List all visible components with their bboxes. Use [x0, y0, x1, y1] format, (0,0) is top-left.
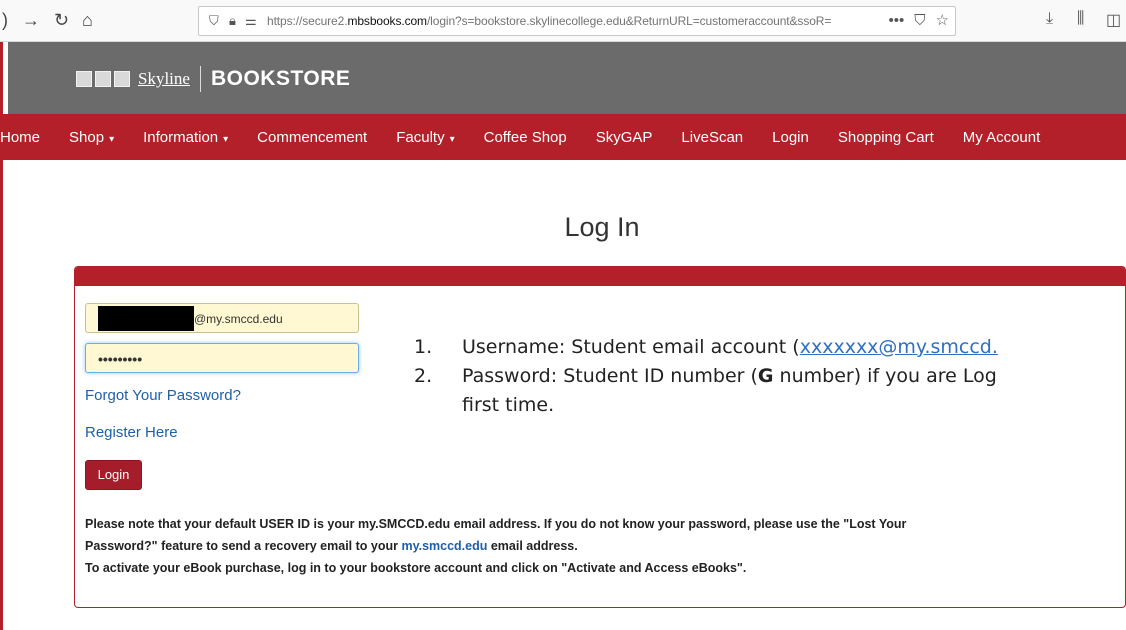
nav-item-commencement[interactable]: Commencement — [257, 129, 367, 146]
nav-item-label: Commencement — [257, 128, 368, 146]
nav-item-label: My Account — [962, 128, 1041, 146]
nav-item-label: Shop — [69, 128, 105, 146]
nav-item-login[interactable]: Login — [772, 129, 809, 146]
login-panel: @my.smccd.edu ••••••••• Forgot Your Pass… — [74, 266, 1126, 608]
instruction-text: first time. — [462, 394, 555, 416]
reload-icon[interactable]: ↻ — [54, 10, 69, 30]
back-arrow-icon[interactable]: ) — [2, 10, 8, 30]
nav-item-information[interactable]: Information ▾ — [143, 129, 228, 146]
notice-line-3: To activate your eBook purchase, log in … — [85, 561, 747, 575]
lock-icon[interactable]: 🔒︎ — [229, 13, 236, 29]
instruction-2: 2. Password: Student ID number (G number)… — [414, 362, 998, 391]
instruction-2-cont: first time. — [414, 391, 998, 420]
password-value: ••••••••• — [98, 351, 143, 367]
instruction-text: Username: Student email account ( — [462, 336, 800, 358]
nav-item-coffee-shop[interactable]: Coffee Shop — [484, 129, 567, 146]
password-field[interactable]: ••••••••• — [85, 343, 359, 373]
instruction-text: number) if you are Log — [773, 365, 997, 387]
forgot-password-link[interactable]: Forgot Your Password? — [85, 387, 241, 404]
panel-header — [75, 267, 1125, 286]
nav-item-label: LiveScan — [681, 128, 744, 146]
nav-item-label: Home — [0, 128, 41, 146]
site-header: Skyline BOOKSTORE — [8, 42, 1126, 114]
smccd-link[interactable]: my.smccd.edu — [401, 539, 487, 553]
caret-down-icon: ▾ — [449, 133, 455, 145]
item-number: 2. — [414, 365, 433, 387]
url-text[interactable]: https://secure2.mbsbooks.com/login?s=boo… — [267, 14, 831, 28]
browser-toolbar: ) → ↻ ⌂ ⛉ 🔒︎ ⚌ https://secure2.mbsbooks.… — [0, 0, 1126, 42]
url-rest: /login?s=bookstore.skylinecollege.edu&Re… — [426, 14, 832, 28]
download-icon[interactable]: ⤓ — [1046, 10, 1053, 28]
site-logo[interactable]: Skyline BOOKSTORE — [76, 64, 350, 94]
nav-item-label: SkyGAP — [595, 128, 653, 146]
more-icon[interactable]: ••• — [889, 12, 905, 29]
notice-line-1: Please note that your default USER ID is… — [85, 517, 907, 531]
home-icon[interactable]: ⌂ — [82, 10, 93, 30]
item-number: 1. — [414, 336, 433, 358]
nav-item-home[interactable]: Home — [0, 129, 40, 146]
star-icon[interactable]: ☆ — [936, 12, 949, 29]
redaction-box — [98, 306, 194, 331]
login-notice: Please note that your default USER ID is… — [85, 513, 1115, 579]
url-prefix: https://secure2. — [267, 14, 348, 28]
username-value: @my.smccd.edu — [194, 312, 283, 326]
nav-item-label: Faculty — [396, 128, 445, 146]
pocket-icon[interactable]: ⛉ — [914, 12, 925, 29]
instruction-annotation: 1. Username: Student email account (xxxxx… — [414, 333, 998, 420]
caret-down-icon: ▾ — [109, 133, 115, 145]
instruction-1: 1. Username: Student email account (xxxxx… — [414, 333, 998, 362]
nav-item-label: Shopping Cart — [837, 128, 934, 146]
nav-item-label: Information — [143, 128, 219, 146]
caret-down-icon: ▾ — [223, 133, 229, 145]
shield-icon[interactable]: ⛉ — [209, 13, 219, 29]
permissions-icon[interactable]: ⚌ — [245, 13, 257, 29]
notice-line-2: Password?" feature to send a recovery em… — [85, 535, 1115, 557]
nav-item-livescan[interactable]: LiveScan — [681, 129, 743, 146]
email-example-link: xxxxxxx@my.smccd. — [799, 336, 998, 358]
logo-name: Skyline — [138, 69, 190, 88]
nav-item-faculty[interactable]: Faculty ▾ — [396, 129, 454, 146]
instruction-text: Password: Student ID number ( — [462, 365, 758, 387]
nav-item-my-account[interactable]: My Account — [963, 129, 1041, 146]
nav-item-label: Login — [772, 128, 809, 146]
instruction-bold: G — [757, 365, 774, 387]
nav-item-label: Coffee Shop — [483, 128, 567, 146]
url-bar[interactable]: ⛉ 🔒︎ ⚌ https://secure2.mbsbooks.com/logi… — [198, 6, 956, 36]
sidebar-icon[interactable]: ◫ — [1106, 10, 1121, 30]
url-actions: ••• ⛉ ☆ — [879, 11, 949, 29]
notice-text: Password?" feature to send a recovery em… — [85, 539, 402, 553]
logo-marks — [76, 71, 130, 87]
login-button[interactable]: Login — [85, 460, 142, 490]
logo-store: BOOKSTORE — [210, 67, 351, 90]
logo-separator — [199, 66, 201, 92]
url-domain: mbsbooks.com — [347, 14, 427, 28]
register-link[interactable]: Register Here — [85, 424, 178, 441]
nav-item-shop[interactable]: Shop ▾ — [69, 129, 114, 146]
page-title: Log In — [564, 212, 640, 242]
forward-arrow-icon[interactable]: → — [22, 10, 40, 30]
username-field[interactable]: @my.smccd.edu — [85, 303, 359, 333]
library-icon[interactable]: ⫼ — [1077, 10, 1084, 28]
nav-item-shopping-cart[interactable]: Shopping Cart — [838, 129, 934, 146]
main-nav: Home Shop ▾ Information ▾ Commencement Faculty… — [0, 114, 1126, 160]
nav-item-skygap[interactable]: SkyGAP — [596, 129, 653, 146]
notice-text: email address. — [487, 539, 578, 553]
